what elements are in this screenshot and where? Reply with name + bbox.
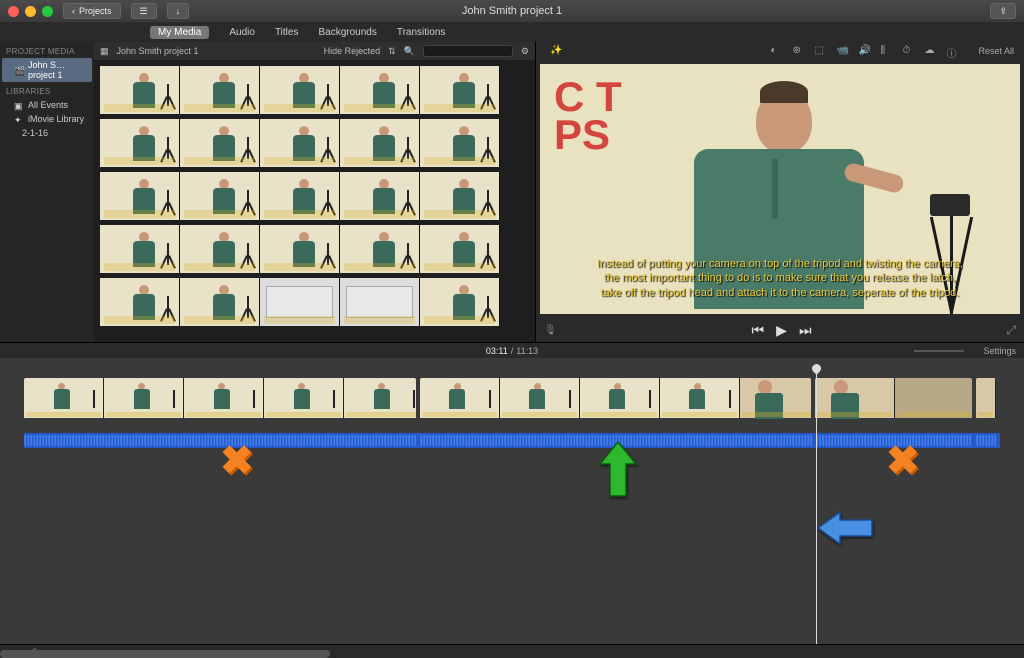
clip-thumb[interactable] [340,225,420,273]
timecode-current: 03:11 [486,346,508,356]
clip-browser[interactable] [94,60,535,342]
color-balance-icon[interactable]: ◐ [770,45,782,57]
equalizer-icon[interactable]: ⫼ [880,45,892,57]
crop-icon[interactable]: ⬚ [814,45,826,57]
clip-thumb[interactable] [100,66,180,114]
clip-thumb[interactable] [340,172,420,220]
video-preview[interactable]: C T PS Instead of putting your camera on… [540,64,1020,314]
clip-thumb[interactable] [260,225,340,273]
color-correction-icon[interactable]: ⊛ [792,45,804,57]
import-button[interactable]: ↓ [167,3,190,19]
clip-thumb[interactable] [260,66,340,114]
chevron-left-icon: ‹ [72,6,75,16]
reset-all-button[interactable]: Reset All [978,46,1014,56]
sidebar-all-events[interactable]: ▣ All Events [0,98,94,112]
clip-thumb[interactable] [420,225,500,273]
tab-titles[interactable]: Titles [275,27,299,38]
clip-thumb[interactable] [100,172,180,220]
sidebar-project-label: John S…project 1 [28,60,86,80]
clip-thumb[interactable] [180,278,260,326]
browser-title: John Smith project 1 [117,46,199,56]
clip-thumb[interactable] [100,119,180,167]
clip-thumb[interactable] [340,119,420,167]
caption-text: Instead of putting your camera on top of… [560,257,1000,300]
window-close-button[interactable] [8,6,19,17]
clip-thumb[interactable] [340,278,420,326]
imovie-library-label: iMovie Library [28,114,84,124]
timeline-clip[interactable] [815,378,972,433]
clip-thumb[interactable] [260,172,340,220]
next-frame-button[interactable]: ⏭ [799,322,812,339]
clapperboard-icon: 🎬 [14,66,24,74]
libraries-header: LIBRARIES [0,82,94,98]
clip-thumb[interactable] [420,172,500,220]
clip-thumb[interactable] [180,119,260,167]
timeline-clip[interactable] [420,378,812,433]
video-track[interactable] [24,378,1000,433]
sidebar-project-item[interactable]: 🎬 John S…project 1 [2,58,92,82]
grid-view-icon[interactable]: ▦ [100,46,109,57]
window-maximize-button[interactable] [42,6,53,17]
all-events-label: All Events [28,100,68,110]
fullscreen-button[interactable]: ⤢ [1006,323,1016,338]
annotation-x-right: ✖ [886,438,920,484]
timecode-sep: / [511,346,514,356]
share-button[interactable]: ⇪ [990,3,1016,19]
whiteboard-text: C T PS [554,78,622,154]
library-star-icon: ✦ [14,115,24,123]
filter-dropdown-icon[interactable]: ⇅ [388,46,396,57]
library-sidebar: PROJECT MEDIA 🎬 John S…project 1 LIBRARI… [0,42,94,342]
search-icon: 🔍 [404,46,415,57]
timeline-clip[interactable] [24,378,416,433]
timecode-total: 11:13 [516,346,538,356]
filter-label: Hide Rejected [324,46,381,56]
playhead[interactable] [816,364,817,648]
clip-thumb[interactable] [260,278,340,326]
volume-icon[interactable]: 🔊 [858,45,870,57]
timeline-settings-button[interactable]: Settings [983,346,1016,356]
annotation-arrow-left [816,508,876,558]
clip-thumb[interactable] [100,278,180,326]
search-input[interactable] [423,45,513,57]
date-label: 2-1-16 [22,128,48,138]
library-list-button[interactable]: ☰ [131,3,157,19]
clip-thumb[interactable] [420,278,500,326]
audio-track[interactable] [24,433,1000,448]
tab-backgrounds[interactable]: Backgrounds [318,27,376,38]
clip-thumb[interactable] [180,225,260,273]
back-label: Projects [79,6,112,16]
annotation-arrow-up [596,440,640,510]
back-to-projects-button[interactable]: ‹ Projects [63,3,121,19]
project-media-header: PROJECT MEDIA [0,42,94,58]
window-minimize-button[interactable] [25,6,36,17]
sidebar-date-event[interactable]: 2-1-16 [0,126,94,140]
clip-thumb[interactable] [420,66,500,114]
clip-thumb[interactable] [180,66,260,114]
effects-icon[interactable]: ☁ [924,45,936,57]
speed-icon[interactable]: ⏱ [902,45,914,57]
magic-wand-icon[interactable]: ✨ [550,45,562,57]
browser-settings-icon[interactable]: ⚙ [521,46,529,57]
play-button[interactable]: ▶ [776,322,787,339]
tab-audio[interactable]: Audio [229,27,255,38]
clip-thumb[interactable] [100,225,180,273]
tab-transitions[interactable]: Transitions [397,27,446,38]
clip-thumb[interactable] [420,119,500,167]
stabilize-icon[interactable]: 📹 [836,45,848,57]
annotation-x-left: ✖ [220,438,254,484]
stack-icon: ▣ [14,101,24,109]
timeline-area[interactable]: ✖ ✖ ♫ [0,358,1024,658]
clip-thumb[interactable] [340,66,420,114]
clip-thumb[interactable] [260,119,340,167]
clip-thumb[interactable] [180,172,260,220]
sidebar-imovie-library[interactable]: ✦ iMovie Library [0,112,94,126]
voiceover-mic-icon[interactable]: 🎙 [544,325,557,336]
timeline-clip[interactable] [976,378,996,433]
zoom-slider[interactable] [914,350,964,352]
horizontal-scrollbar[interactable] [0,650,330,658]
tab-my-media[interactable]: My Media [150,26,209,39]
prev-frame-button[interactable]: ⏮ [752,322,765,339]
info-icon[interactable]: ⓘ [946,45,958,57]
